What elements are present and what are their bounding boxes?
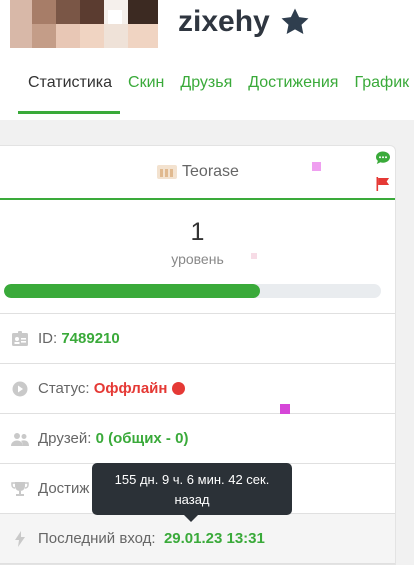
tab-achievements[interactable]: Достижения: [240, 62, 346, 114]
status-dot: [172, 382, 186, 395]
status-label: Статус:: [38, 380, 90, 397]
decorative-speck: [312, 162, 321, 171]
status-value: Оффлайн: [93, 380, 168, 397]
trophy-icon: [10, 480, 30, 498]
id-card-icon: [10, 330, 30, 348]
level-number: 1: [190, 218, 205, 246]
server-name: Teorase: [182, 163, 239, 180]
achievements-label: Достиж: [38, 480, 90, 497]
tab-graph[interactable]: График: [346, 62, 414, 114]
tab-skin[interactable]: Скин: [120, 62, 172, 114]
id-value: 7489210: [61, 330, 120, 347]
last-login-label: Последний вход:: [38, 530, 156, 547]
username: zixehy: [178, 5, 270, 38]
level-progress-fill: [4, 284, 261, 298]
bolt-icon: [10, 530, 30, 548]
friends-common: (общих - 0): [108, 430, 189, 447]
level-block: 1 уровень: [0, 200, 395, 314]
server-row: Teorase: [0, 146, 395, 200]
friends-row: Друзей: 0 (общих - 0): [0, 414, 395, 464]
profile-header: zixehy Статистика Скин Друзья Достижения…: [0, 0, 414, 120]
server-icon: [157, 165, 178, 179]
status-row: Статус: Оффлайн: [0, 364, 395, 414]
username-row: zixehy: [178, 5, 312, 39]
tab-statistics[interactable]: Статистика: [18, 62, 121, 114]
chat-icon[interactable]: [375, 150, 391, 166]
friends-value[interactable]: 0: [96, 430, 104, 447]
avatar: [10, 0, 158, 48]
profile-tabs: Статистика Скин Друзья Достижения График: [18, 62, 414, 114]
last-login-tooltip: 155 дн. 9 ч. 6 мин. 42 сек. назад: [92, 463, 292, 515]
friends-label: Друзей:: [38, 430, 92, 447]
decorative-speck: [280, 404, 290, 414]
flag-icon[interactable]: [375, 176, 391, 192]
level-label: уровень: [171, 251, 224, 267]
level-progress-bar: [4, 284, 381, 298]
users-icon: [10, 430, 30, 448]
tooltip-arrow: [183, 514, 199, 522]
play-circle-icon: [10, 380, 30, 398]
tab-friends[interactable]: Друзья: [172, 62, 240, 114]
star-icon[interactable]: [278, 5, 312, 39]
id-label: ID:: [38, 330, 58, 347]
decorative-speck: [251, 253, 257, 259]
last-login-value[interactable]: 29.01.23 13:31: [164, 530, 265, 547]
id-row: ID: 7489210: [0, 314, 395, 364]
